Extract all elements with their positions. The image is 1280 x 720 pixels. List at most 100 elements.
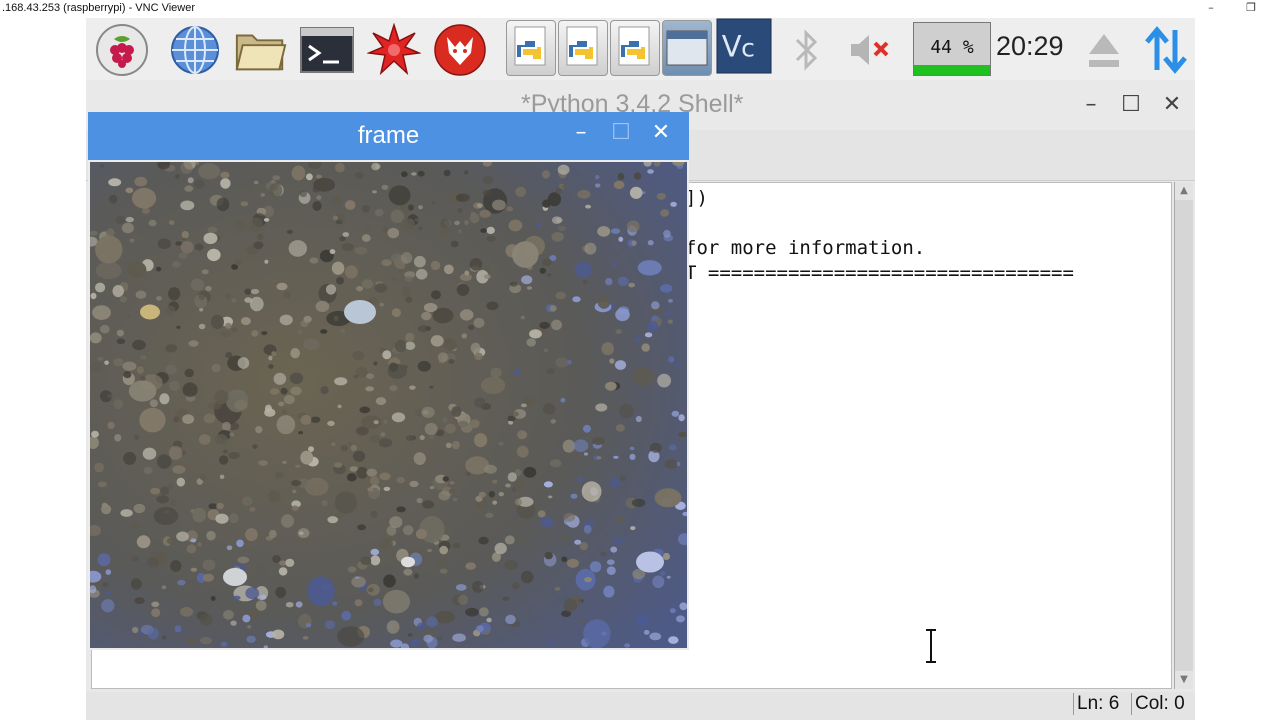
python-window-button[interactable] [558,20,608,76]
gravel-stone [354,172,364,179]
gravel-stone [200,636,212,645]
gravel-stone [457,229,462,234]
gravel-stone [373,361,378,366]
vnc-minimize-button[interactable]: – [1197,0,1225,18]
gravel-stone [268,364,274,369]
mathematica-icon [367,23,421,76]
gravel-stone [353,374,359,379]
gravel-stone [423,634,434,643]
bluetooth-button[interactable] [778,24,834,76]
gravel-pebble [223,568,247,586]
gravel-stone [629,446,635,451]
frame-minimize-button[interactable]: – [566,120,596,145]
gravel-stone [306,623,312,628]
gravel-stone [442,417,448,423]
gravel-stone [469,257,483,271]
eject-button[interactable] [1076,24,1132,76]
gravel-stone [383,574,396,588]
gravel-stone [652,575,665,589]
gravel-stone [562,439,576,453]
gravel-stone [361,204,370,213]
gravel-stone [150,487,161,495]
gravel-stone [398,268,404,273]
gravel-stone [615,308,630,322]
scroll-down-arrow-icon[interactable]: ▼ [1175,671,1193,689]
gravel-stone [290,348,300,359]
wolfram-button[interactable] [432,24,488,76]
raspberry-menu-button[interactable] [94,24,150,76]
gravel-stone [382,350,392,360]
gravel-stone [210,596,216,601]
gravel-stone [375,397,387,406]
gravel-stone [260,193,265,197]
web-browser-button[interactable] [167,24,223,76]
gravel-stone [160,486,170,495]
gravel-stone [619,475,627,482]
python-file-icon [618,26,650,66]
gravel-stone [198,323,206,330]
gravel-stone [147,557,159,568]
frame-titlebar[interactable]: frame – ☐ ✕ [88,112,689,160]
gravel-stone [391,308,401,318]
gravel-stone [477,203,483,208]
gravel-stone [281,409,287,415]
volume-button[interactable] [844,24,900,76]
gravel-stone [407,633,413,637]
vnc-restore-button[interactable]: ❐ [1237,0,1265,18]
gravel-stone [170,500,177,507]
clock[interactable]: 20:29 [996,31,1064,62]
gravel-stone [516,445,529,458]
shell-vertical-scrollbar[interactable]: ▲ ▼ [1174,182,1193,689]
shell-close-button[interactable]: ✕ [1157,92,1187,117]
terminal-button[interactable] [299,24,355,76]
gravel-stone [668,636,679,644]
frame-maximize-button[interactable]: ☐ [606,120,636,145]
gravel-stone [490,367,502,378]
gravel-stone [605,381,617,391]
gravel-stone [426,616,438,627]
gravel-stone [184,368,194,378]
gravel-stone [320,329,328,334]
frame-close-button[interactable]: ✕ [646,120,676,145]
gravel-stone [257,563,268,572]
gravel-stone [90,362,103,373]
gravel-stone [297,329,303,335]
gravel-stone [396,476,406,484]
gravel-stone [596,456,602,460]
gravel-stone [113,358,124,367]
frame-window: frame – ☐ ✕ [88,112,689,650]
gravel-stone [334,491,358,514]
network-button[interactable] [1138,24,1194,76]
gravel-stone [416,497,423,504]
gravel-stone [409,480,419,488]
gravel-stone [370,548,380,556]
gravel-stone [589,371,596,377]
shell-maximize-button[interactable]: ☐ [1116,92,1146,117]
gravel-stone [583,525,592,534]
mathematica-button[interactable] [366,23,422,76]
gravel-stone [548,495,553,499]
frame-window-button[interactable] [662,20,712,76]
shell-minimize-button[interactable]: – [1076,92,1106,117]
gravel-stone [670,201,677,207]
gravel-stone [577,476,584,482]
gravel-stone [418,205,423,210]
gravel-stone [649,442,662,453]
gravel-stone [628,282,635,288]
python-window-button[interactable] [610,20,660,76]
gravel-stone [276,415,296,435]
gravel-stone [188,340,199,347]
vnc-server-button[interactable]: V c [716,18,772,74]
gravel-stone [352,350,365,361]
scroll-up-arrow-icon[interactable]: ▲ [1175,182,1193,200]
file-manager-button[interactable] [233,24,289,76]
gravel-stone [546,273,552,277]
eject-icon [1089,34,1119,67]
python-window-button[interactable] [506,20,556,76]
gravel-stone [268,529,277,539]
gravel-stone [210,314,224,329]
gravel-stone [379,472,391,481]
gravel-stone [443,339,458,351]
gravel-stone [616,517,625,523]
gravel-stone [283,394,295,405]
